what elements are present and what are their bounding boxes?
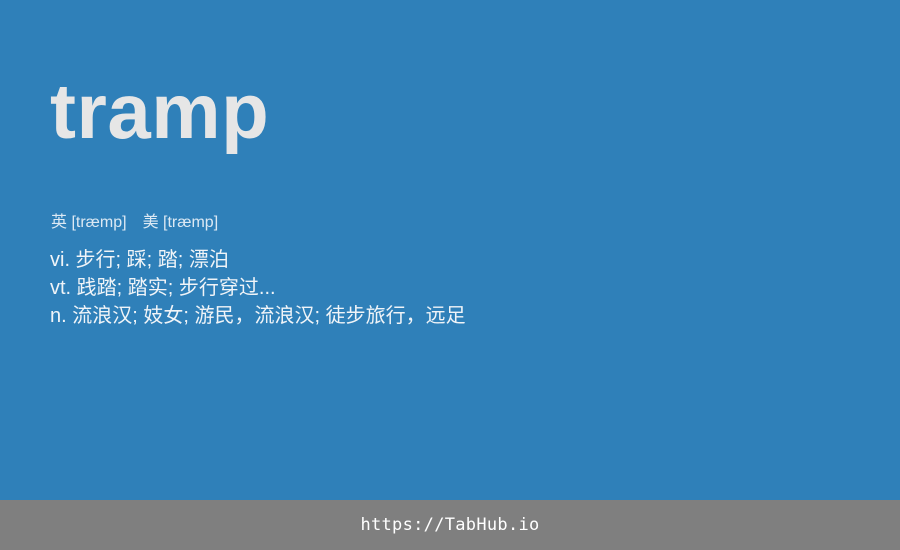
footer-url-link[interactable]: https://TabHub.io — [360, 515, 539, 535]
definition-verb-intransitive: vi. 步行; 踩; 踏; 漂泊 — [50, 249, 229, 271]
definition-verb-transitive: vt. 践踏; 踏实; 步行穿过... — [50, 277, 276, 299]
phonetics-row: 英 [træmp] 美 [træmp] — [51, 213, 218, 233]
us-phonetic: 美 [træmp] — [142, 214, 219, 231]
uk-phonetic: 英 [træmp] — [51, 214, 127, 231]
footer-bar: https://TabHub.io — [0, 500, 900, 550]
headword: tramp — [50, 67, 270, 155]
definition-noun: n. 流浪汉; 妓女; 游民，流浪汉; 徒步旅行，远足 — [50, 305, 466, 327]
dictionary-card: tramp 英 [træmp] 美 [træmp] vi. 步行; 踩; 踏; 漂… — [0, 0, 900, 500]
definitions-list: vi. 步行; 踩; 踏; 漂泊 vt. 践踏; 踏实; 步行穿过... n. … — [50, 246, 466, 330]
